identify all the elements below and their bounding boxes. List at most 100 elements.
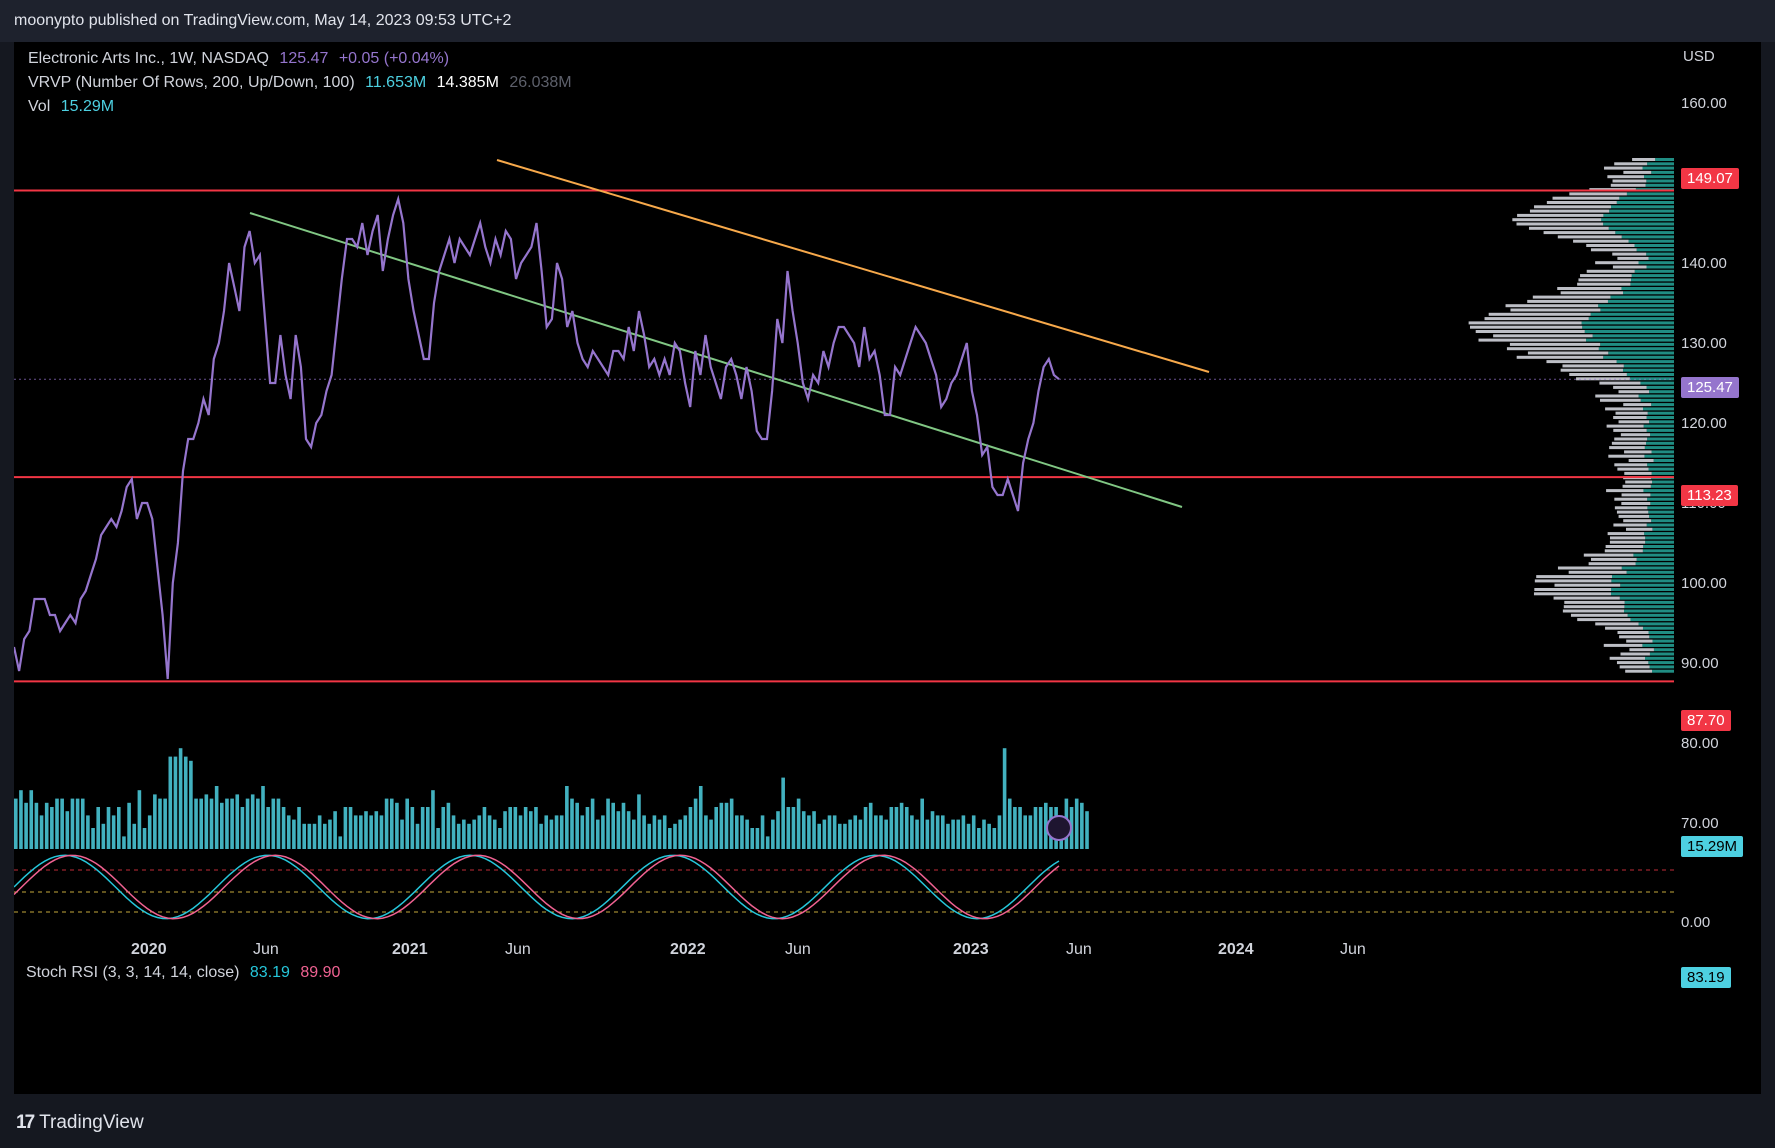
volume-bar [308,824,312,849]
volume-profile-bar-down [1617,661,1648,664]
volume-bar [740,815,744,849]
volume-bar [1008,799,1012,849]
volume-bar [617,811,621,849]
volume-profile-bar-down [1623,171,1651,174]
volume-bar [483,807,487,849]
volume-profile-bar-down [1610,536,1645,539]
volume-profile-bar-up [1647,498,1674,501]
volume-profile-bar-down [1614,463,1647,466]
volume-bar [132,824,136,849]
volume-bar [900,803,904,849]
volume-profile-bar-up [1647,429,1674,432]
stoch-k-line [14,855,1059,918]
volume-profile-bar-down [1613,416,1646,419]
volume-profile-bar-up [1612,575,1674,578]
volume-profile-bar-up [1630,283,1674,286]
volume-profile-bar-down [1569,571,1627,574]
volume-bar [843,824,847,849]
volume-profile-bar-up [1649,468,1674,471]
volume-bar [859,820,863,849]
volume-bar [745,820,749,849]
volume-profile-bar-up [1644,532,1674,535]
volume-profile-bar-up [1647,162,1674,165]
volume-profile-bar-up [1639,622,1674,625]
price-tick-label: 130.00 [1681,335,1727,352]
volume-bar [519,815,523,849]
price-chart-svg[interactable]: 160.00140.00130.00120.00110.00100.0090.0… [14,42,1761,1094]
volume-profile-bar-up [1603,214,1674,217]
volume-profile-bar-down [1621,433,1650,436]
volume-bar [447,803,451,849]
volume-profile-bar-up [1582,326,1674,329]
volume-bar [581,815,585,849]
time-tick-label: Jun [1066,941,1092,958]
tradingview-logo[interactable]: 17 TradingView [16,1112,144,1134]
volume-bar [385,799,389,849]
currency-label: USD [1683,48,1715,65]
volume-profile-bar-up [1629,240,1674,243]
volume-profile-bar-down [1632,158,1655,161]
volume-bar [421,807,425,849]
volume-bar [215,786,219,849]
volume-profile-bar-down [1512,218,1601,221]
volume-profile-bar-up [1620,584,1674,587]
volume-bar [550,820,554,849]
volume-bar [45,803,49,849]
volume-bar [632,820,636,849]
volume-bar [730,799,734,849]
volume-profile-bar-down [1629,459,1654,462]
volume-profile-bar-up [1639,395,1674,398]
price-tick-label: 160.00 [1681,95,1727,112]
volume-profile-bar-up [1637,248,1674,251]
volume-bar [678,820,682,849]
volume-bar [890,807,894,849]
volume-profile-bar-down [1611,184,1646,187]
volume-profile-bar-down [1610,657,1645,660]
price-line [14,199,1059,679]
volume-bar [1075,799,1079,849]
volume-bar [684,815,688,849]
volume-profile-bar-down [1605,407,1643,410]
last-price-text: 125.47 [279,50,328,67]
volume-bar [642,815,646,849]
volume-profile-bar-down [1591,248,1637,251]
volume-profile-bar-down [1623,519,1651,522]
volume-bar [364,811,368,849]
volume-bar [24,803,28,849]
chart-canvas[interactable]: 160.00140.00130.00120.00110.00100.0090.0… [14,42,1761,1094]
volume-profile-bar-up [1644,175,1674,178]
volume-bar [205,794,209,849]
volume-profile-bar-down [1623,485,1651,488]
low-badge: 87.70 [1681,710,1731,731]
volume-bar [127,803,131,849]
volume-profile-bar-down [1533,296,1611,299]
volume-bar [452,815,456,849]
volume-profile-bar-down [1506,304,1599,307]
volume-profile-bar-up [1649,390,1674,393]
volume-profile-bar-up [1654,648,1674,651]
volume-profile-bar-down [1612,253,1646,256]
volume-profile-bar-up [1624,605,1674,608]
volume-bar [926,820,930,849]
volume-profile-bar-up [1615,231,1674,234]
time-tick-label: Jun [1340,941,1366,958]
legend-vrvp-row: VRVP (Number Of Rows, 200, Up/Down, 100)… [28,74,578,92]
volume-profile-bar-up [1621,287,1674,290]
volume-profile-bar-down [1613,180,1647,183]
volume-profile-bar-down [1614,162,1647,165]
volume-profile-bar-down [1510,343,1600,346]
volume-bar [817,824,821,849]
volume-profile-bar-down [1600,399,1641,402]
volume-bar [565,786,569,849]
volume-profile-bar-down [1604,167,1642,170]
volume-profile-bar-down [1612,442,1646,445]
volume-profile-bar-up [1646,184,1674,187]
volume-bar [302,824,306,849]
volume-bar [107,807,111,849]
volume-bar [668,828,672,849]
volume-profile-bar-down [1546,360,1616,363]
volume-bar [575,803,579,849]
volume-bar [792,807,796,849]
volume-bar [864,807,868,849]
volume-profile-bar-up [1646,442,1674,445]
